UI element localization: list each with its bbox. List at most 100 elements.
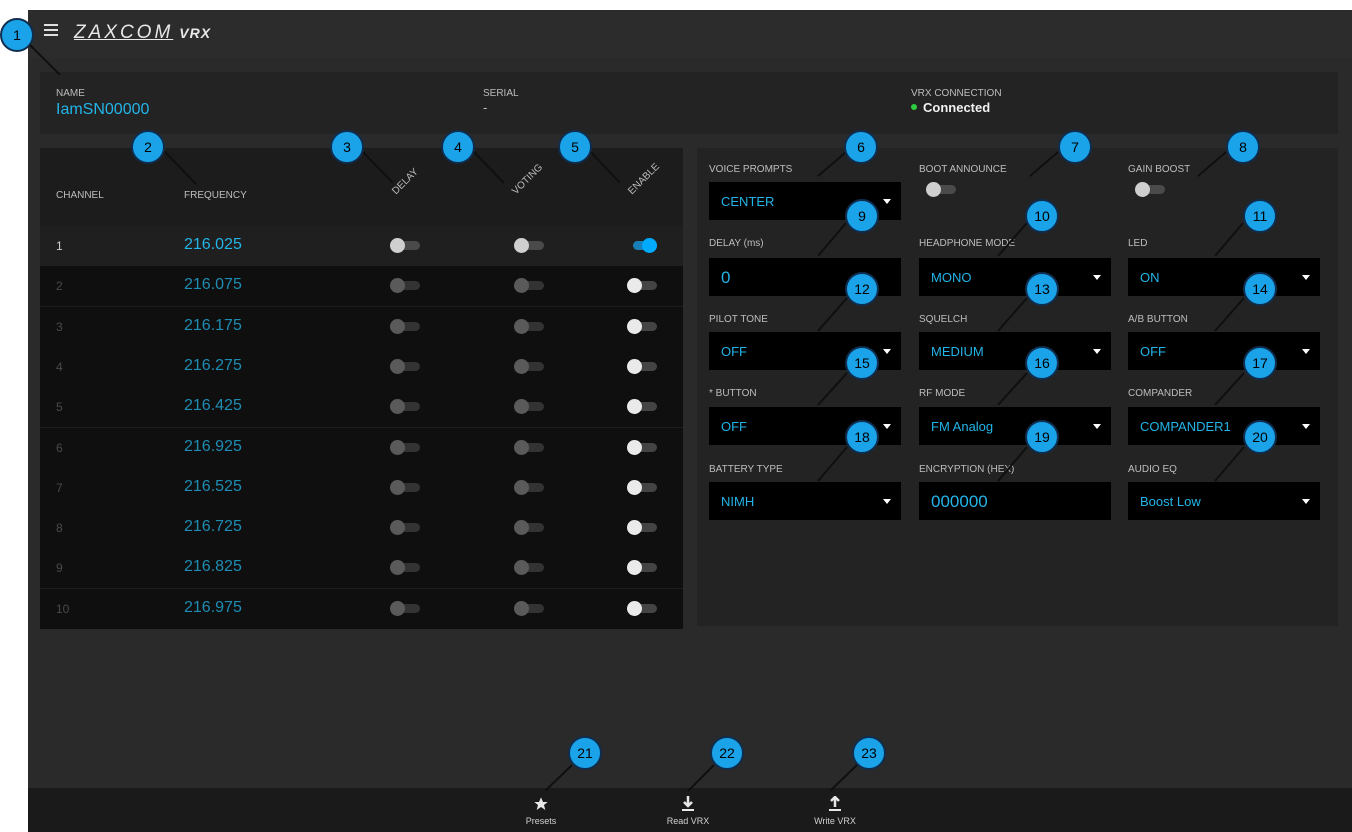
- delay-toggle[interactable]: [390, 560, 422, 576]
- delay-toggle[interactable]: [390, 399, 422, 415]
- delay-toggle[interactable]: [390, 278, 422, 294]
- voting-toggle[interactable]: [514, 278, 546, 294]
- compander-select[interactable]: COMPANDER1: [1128, 407, 1320, 445]
- voice-prompts-value: CENTER: [721, 194, 775, 209]
- channel-frequency[interactable]: 216.025: [184, 236, 242, 254]
- enable-toggle[interactable]: [627, 520, 659, 536]
- channel-row[interactable]: 8 216.725: [40, 508, 683, 549]
- enable-toggle[interactable]: [627, 600, 659, 616]
- chevron-down-icon: [1093, 424, 1101, 429]
- delay-toggle[interactable]: [390, 358, 422, 374]
- voting-toggle[interactable]: [514, 560, 546, 576]
- audio-eq-select[interactable]: Boost Low: [1128, 482, 1320, 520]
- gain-boost-label: GAIN BOOST: [1128, 164, 1191, 175]
- headphone-mode-select[interactable]: MONO: [919, 258, 1111, 296]
- presets-button[interactable]: Presets: [501, 788, 581, 832]
- channel-frequency[interactable]: 216.525: [184, 478, 242, 496]
- voting-toggle[interactable]: [514, 600, 546, 616]
- enable-toggle[interactable]: [627, 278, 659, 294]
- callout-number: 17: [1243, 346, 1277, 380]
- channel-row[interactable]: 4 216.275: [40, 346, 683, 387]
- channel-frequency[interactable]: 216.925: [184, 438, 242, 456]
- enable-toggle[interactable]: [627, 560, 659, 576]
- channel-row[interactable]: 5 216.425: [40, 387, 683, 428]
- channel-number: 10: [56, 601, 70, 616]
- enable-toggle[interactable]: [627, 238, 659, 253]
- channel-frequency[interactable]: 216.425: [184, 397, 242, 415]
- delay-toggle[interactable]: [390, 439, 422, 455]
- channel-row[interactable]: 3 216.175: [40, 306, 683, 347]
- channel-row[interactable]: 10 216.975: [40, 588, 683, 629]
- callout-number: 2: [131, 130, 165, 164]
- rf-mode-select[interactable]: FM Analog: [919, 407, 1111, 445]
- channel-frequency[interactable]: 216.825: [184, 558, 242, 576]
- channel-row[interactable]: 7 216.525: [40, 467, 683, 508]
- delay-toggle[interactable]: [390, 479, 422, 495]
- channel-number: 2: [56, 279, 63, 294]
- enable-toggle[interactable]: [627, 358, 659, 374]
- pilot-tone-label: PILOT TONE: [709, 314, 768, 325]
- squelch-select[interactable]: MEDIUM: [919, 332, 1111, 370]
- presets-label: Presets: [525, 816, 557, 826]
- connection-status-dot: [911, 104, 917, 110]
- menu-icon[interactable]: [44, 24, 64, 40]
- enable-toggle[interactable]: [627, 318, 659, 334]
- callout-number: 20: [1243, 420, 1277, 454]
- device-name[interactable]: IamSN00000: [56, 101, 149, 119]
- voting-toggle[interactable]: [514, 399, 546, 415]
- encryption-label: ENCRYPTION (HEX): [919, 464, 1015, 475]
- voting-toggle[interactable]: [514, 479, 546, 495]
- channel-row[interactable]: 6 216.925: [40, 427, 683, 468]
- compander-label: COMPANDER: [1128, 388, 1193, 399]
- device-info-bar: NAME IamSN00000 SERIAL - VRX CONNECTION …: [40, 72, 1338, 134]
- ab-button-select[interactable]: OFF: [1128, 332, 1320, 370]
- channel-frequency[interactable]: 216.275: [184, 357, 242, 375]
- delay-toggle[interactable]: [390, 600, 422, 616]
- chevron-down-icon: [1302, 349, 1310, 354]
- led-select[interactable]: ON: [1128, 258, 1320, 296]
- channel-frequency[interactable]: 216.725: [184, 518, 242, 536]
- delay-toggle[interactable]: [390, 238, 422, 253]
- boot-announce-toggle[interactable]: [926, 182, 958, 197]
- battery-type-select[interactable]: NIMH: [709, 482, 901, 520]
- encryption-value: 000000: [931, 492, 988, 511]
- enable-toggle[interactable]: [627, 479, 659, 495]
- channel-number: 7: [56, 480, 63, 495]
- voting-toggle[interactable]: [514, 439, 546, 455]
- write-vrx-button[interactable]: Write VRX: [795, 788, 875, 832]
- callout-number: 21: [568, 736, 602, 770]
- star-button-value: OFF: [721, 419, 747, 434]
- channel-number: 4: [56, 359, 63, 374]
- app-window: ZAXCOM VRX NAME IamSN00000 SERIAL - VRX C…: [28, 10, 1352, 832]
- channel-row[interactable]: 2 216.075: [40, 266, 683, 307]
- gain-boost-toggle[interactable]: [1135, 182, 1167, 197]
- voting-toggle[interactable]: [514, 318, 546, 334]
- callout-number: 9: [845, 199, 879, 233]
- delay-ms-label: DELAY (ms): [709, 238, 764, 249]
- callout-number: 23: [852, 736, 886, 770]
- column-header-channel: CHANNEL: [56, 190, 104, 201]
- delay-toggle[interactable]: [390, 318, 422, 334]
- enable-toggle[interactable]: [627, 439, 659, 455]
- battery-type-label: BATTERY TYPE: [709, 464, 783, 475]
- audio-eq-label: AUDIO EQ: [1128, 464, 1177, 475]
- channel-row[interactable]: 1 216.025: [40, 226, 683, 266]
- encryption-input[interactable]: 000000: [919, 482, 1111, 520]
- voting-toggle[interactable]: [514, 358, 546, 374]
- channel-row[interactable]: 9 216.825: [40, 548, 683, 589]
- channel-frequency[interactable]: 216.075: [184, 276, 242, 294]
- callout-number: 16: [1025, 346, 1059, 380]
- callout-number: 1: [0, 18, 34, 52]
- channel-frequency[interactable]: 216.975: [184, 599, 242, 617]
- read-vrx-button[interactable]: Read VRX: [648, 788, 728, 832]
- callout-number: 10: [1025, 199, 1059, 233]
- callout-number: 11: [1243, 199, 1277, 233]
- ab-button-value: OFF: [1140, 344, 1166, 359]
- write-vrx-label: Write VRX: [814, 816, 856, 826]
- voting-toggle[interactable]: [514, 238, 546, 253]
- voting-toggle[interactable]: [514, 520, 546, 536]
- delay-toggle[interactable]: [390, 520, 422, 536]
- enable-toggle[interactable]: [627, 399, 659, 415]
- channel-table: CHANNEL FREQUENCY DELAY VOTING ENABLE 1 2…: [40, 148, 683, 629]
- channel-frequency[interactable]: 216.175: [184, 317, 242, 335]
